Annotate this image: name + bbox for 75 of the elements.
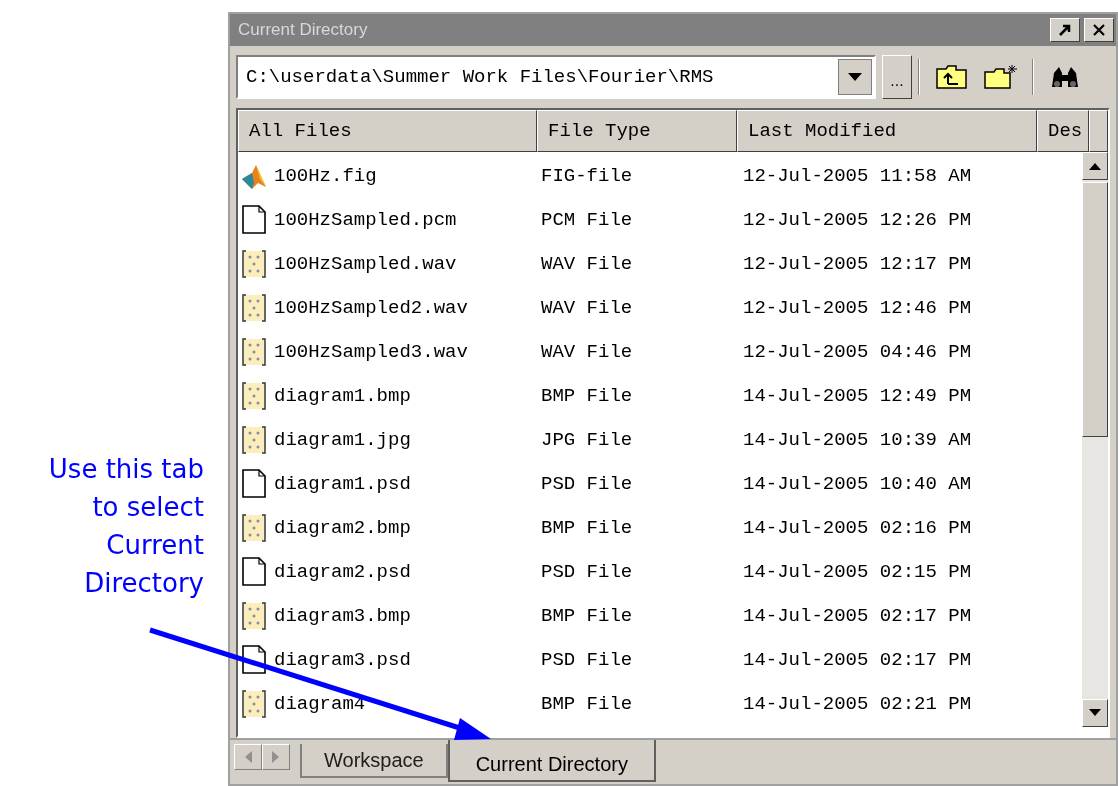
close-icon [1092,23,1106,37]
undock-button[interactable] [1050,18,1080,42]
file-type: BMP File [540,691,634,717]
modified-date: 14-Jul-2005 02:17 PM [742,647,972,673]
file-type: BMP File [540,603,634,629]
column-header[interactable]: All Files [238,110,537,152]
file-type: WAV File [540,339,634,365]
scroll-thumb[interactable] [1082,182,1108,437]
file-name[interactable]: 100HzSampled.pcm [274,205,457,235]
modified-date: 14-Jul-2005 02:16 PM [742,515,972,541]
modified-date: 14-Jul-2005 02:21 PM [742,691,972,717]
file-name[interactable]: 100Hz.fig [274,161,377,191]
modified-date: 12-Jul-2005 11:58 AM [742,163,972,189]
right-arrow-icon [272,751,280,763]
column-header[interactable]: Des [1037,110,1089,152]
column-header[interactable]: File Type [537,110,737,152]
file-type: PSD File [540,647,634,673]
file-name[interactable]: diagram3.bmp [274,601,411,631]
file-name[interactable]: 100HzSampled3.wav [274,337,468,367]
media-file-icon [240,425,268,455]
tab[interactable]: Workspace [300,744,448,778]
file-name[interactable]: diagram2.psd [274,557,411,587]
file-type: BMP File [540,515,634,541]
file-name[interactable]: diagram1.jpg [274,425,411,455]
modified-date: 12-Jul-2005 12:26 PM [742,207,972,233]
modified-date: 14-Jul-2005 02:17 PM [742,603,972,629]
file-name[interactable]: diagram1.psd [274,469,411,499]
document-icon [240,469,268,499]
file-name[interactable]: 100HzSampled.wav [274,249,457,279]
close-button[interactable] [1084,18,1114,42]
modified-date: 14-Jul-2005 10:39 AM [742,427,972,453]
file-name[interactable]: diagram1.bmp [274,381,411,411]
browse-button[interactable]: ... [882,55,912,99]
media-file-icon [240,337,268,367]
folder-up-icon[interactable] [936,64,968,90]
media-file-icon [240,601,268,631]
binoculars-icon[interactable] [1050,65,1080,89]
file-type: WAV File [540,295,634,321]
path-combo-box[interactable]: C:\userdata\Summer Work Files\Fourier\RMS [236,55,876,99]
file-name[interactable]: 100HzSampled2.wav [274,293,468,323]
column-header[interactable]: Last Modified [737,110,1037,152]
modified-date: 14-Jul-2005 10:40 AM [742,471,972,497]
tab-scroll-right-button[interactable] [262,744,290,770]
tab-scroll-left-button[interactable] [234,744,262,770]
file-type: PSD File [540,559,634,585]
diagonal-arrow-icon [1058,23,1072,37]
document-icon [240,557,268,587]
modified-date: 12-Jul-2005 04:46 PM [742,339,972,365]
left-arrow-icon [244,751,252,763]
media-file-icon [240,293,268,323]
file-type: BMP File [540,383,634,409]
modified-date: 14-Jul-2005 02:15 PM [742,559,972,585]
file-type: FIG-file [540,163,634,189]
file-name[interactable]: diagram2.bmp [274,513,411,543]
document-icon [240,205,268,235]
vertical-scrollbar[interactable] [1082,152,1108,727]
tab[interactable]: Current Directory [447,740,656,782]
file-type: JPG File [540,427,634,453]
media-file-icon [240,513,268,543]
modified-date: 12-Jul-2005 12:46 PM [742,295,972,321]
new-folder-icon[interactable] [984,64,1018,90]
scroll-up-icon [1089,162,1101,170]
window-title: Current Directory [238,19,369,42]
media-file-icon [240,249,268,279]
file-type: PSD File [540,471,634,497]
file-type: WAV File [540,251,634,277]
file-name[interactable]: diagram4 [274,689,366,719]
scroll-down-icon [1089,709,1101,717]
media-file-icon [240,381,268,411]
modified-date: 12-Jul-2005 12:17 PM [742,251,972,277]
media-file-icon [240,689,268,719]
modified-date: 14-Jul-2005 12:49 PM [742,383,972,409]
file-type: PCM File [540,207,634,233]
annotation-text: Use this tab to select Current Directory [47,453,204,600]
file-name[interactable]: diagram3.psd [274,645,411,675]
